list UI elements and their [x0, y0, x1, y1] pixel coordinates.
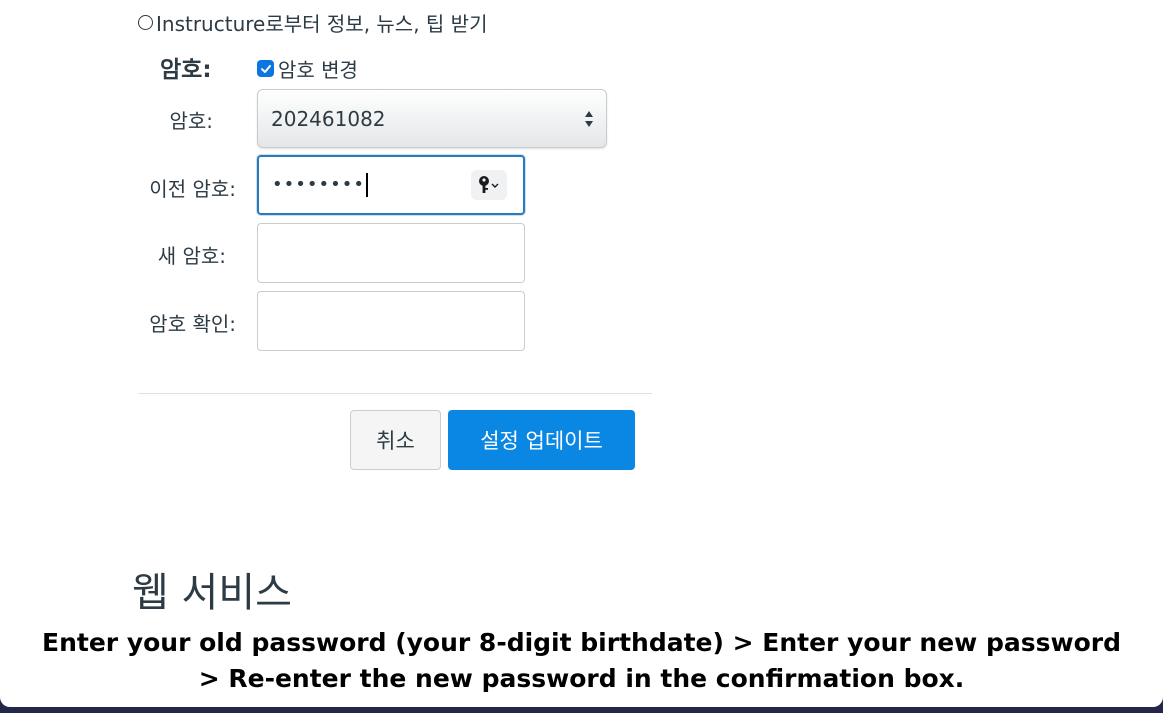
password-select-label: 암호: — [169, 109, 213, 133]
password-select-value: 202461082 — [271, 106, 386, 131]
old-password-label: 이전 암호: — [149, 177, 236, 201]
key-icon — [479, 176, 499, 193]
new-password-input[interactable] — [257, 223, 525, 283]
change-password-checkbox[interactable] — [257, 60, 274, 77]
checkmark-icon — [260, 64, 271, 73]
newsletter-checkbox[interactable] — [138, 15, 153, 30]
instruction-caption: Enter your old password (your 8-digit bi… — [0, 625, 1163, 697]
change-password-option[interactable]: 암호 변경 — [257, 54, 358, 83]
update-settings-button[interactable]: 설정 업데이트 — [448, 410, 635, 470]
newsletter-label: Instructure로부터 정보, 뉴스, 팁 받기 — [156, 12, 488, 36]
cancel-button[interactable]: 취소 — [350, 410, 441, 470]
change-password-label: 암호 변경 — [278, 58, 358, 82]
old-password-input[interactable]: •••••••• — [257, 155, 525, 215]
caption-line-1: Enter your old password (your 8-digit bi… — [42, 628, 1121, 657]
password-section-label: 암호: — [160, 57, 212, 83]
confirm-password-input[interactable] — [257, 291, 525, 351]
caption-line-2: > Re-enter the new password in the confi… — [198, 664, 965, 693]
confirm-password-label: 암호 확인: — [149, 312, 236, 336]
old-password-value: •••••••• — [272, 173, 368, 197]
form-divider — [138, 393, 652, 394]
password-select[interactable]: 202461082 — [257, 89, 607, 148]
settings-screen: Instructure로부터 정보, 뉴스, 팁 받기 암호: 암호 변경 암호… — [0, 0, 1163, 707]
newsletter-option[interactable]: Instructure로부터 정보, 뉴스, 팁 받기 — [138, 8, 487, 37]
password-manager-button[interactable] — [471, 170, 507, 200]
new-password-label: 새 암호: — [157, 244, 226, 268]
web-services-heading: 웹 서비스 — [132, 570, 292, 616]
select-arrows-icon — [585, 111, 593, 127]
text-caret — [365, 173, 368, 197]
